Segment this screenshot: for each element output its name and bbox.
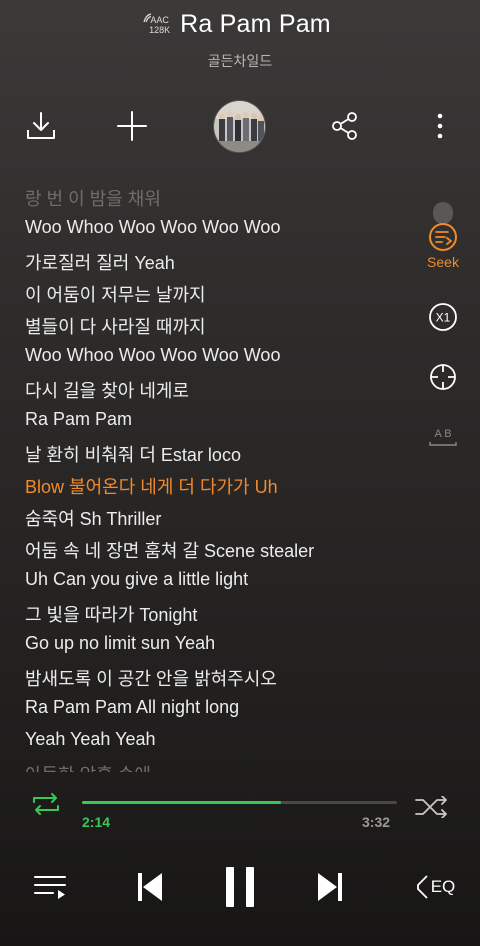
playlist-button[interactable] — [28, 855, 72, 919]
total-time: 3:32 — [362, 814, 391, 830]
lyric-line[interactable]: 가로질러 질러 Yeah — [25, 249, 175, 275]
repeat-icon — [33, 793, 59, 815]
seek-label: Seek — [427, 254, 459, 270]
download-button[interactable] — [16, 98, 66, 154]
artist-name[interactable]: 골든차일드 — [0, 51, 480, 71]
more-vertical-icon — [437, 113, 443, 139]
lyrics-list[interactable]: 랑 번 이 밤을 채워 Woo Whoo Woo Woo Woo Woo 가로질… — [0, 180, 400, 772]
previous-button[interactable] — [128, 855, 172, 919]
previous-icon — [138, 873, 162, 901]
lyric-line[interactable]: 아득한 암흑 속에 — [25, 761, 151, 772]
lyric-line[interactable]: 그 빛을 따라가 Tonight — [25, 601, 197, 627]
seek-toggle[interactable]: Seek — [418, 222, 468, 270]
locate-current-line-button[interactable] — [418, 362, 468, 392]
ab-label: A B — [434, 428, 451, 440]
share-button[interactable] — [320, 98, 370, 154]
add-to-playlist-button[interactable] — [107, 98, 157, 154]
eq-button[interactable]: EQ — [410, 855, 460, 919]
shuffle-button[interactable] — [414, 795, 450, 823]
lyric-line-current[interactable]: Blow 불어온다 네게 더 다가가 Uh — [25, 473, 278, 499]
lyric-line[interactable]: Ra Pam Pam — [25, 409, 132, 430]
progress-bar[interactable] — [82, 801, 397, 804]
song-title: Ra Pam Pam — [180, 10, 331, 38]
lyric-line[interactable]: 이 어둠이 저무는 날까지 — [25, 281, 206, 307]
progress-fill — [82, 801, 282, 804]
ab-repeat-button[interactable]: A B — [418, 424, 468, 450]
share-icon — [332, 112, 357, 140]
pause-button[interactable] — [216, 855, 264, 919]
speed-button[interactable]: X1 — [418, 302, 468, 332]
lyric-line[interactable]: Woo Whoo Woo Woo Woo Woo — [25, 217, 280, 238]
speed-icon: X1 — [429, 303, 457, 331]
title-row: AAC 128K Ra Pam Pam — [0, 10, 480, 39]
album-art-thumbnail[interactable] — [213, 100, 266, 153]
codec-bitrate: 128K — [149, 24, 171, 35]
eq-speaker-icon — [416, 875, 428, 899]
lyric-line[interactable]: 별들이 다 사라질 때까지 — [25, 313, 206, 339]
next-icon — [318, 873, 342, 901]
lyric-line[interactable]: Yeah Yeah Yeah — [25, 729, 156, 750]
codec-format: AAC — [150, 14, 169, 25]
seek-lyrics-icon — [429, 223, 457, 251]
lyric-line[interactable]: Woo Whoo Woo Woo Woo Woo — [25, 345, 280, 366]
pause-icon — [226, 867, 254, 907]
eq-label: EQ — [430, 877, 456, 896]
lyric-line[interactable]: 어둠 속 네 장면 훔쳐 갈 Scene stealer — [25, 537, 314, 563]
lyric-line[interactable]: 다시 길을 찾아 네게로 — [25, 377, 189, 403]
more-button[interactable] — [415, 98, 465, 154]
lyric-line[interactable]: 숨죽여 Sh Thriller — [25, 505, 161, 531]
current-time: 2:14 — [82, 814, 111, 830]
plus-icon — [117, 111, 147, 141]
speed-label: X1 — [436, 311, 451, 325]
progress-area: 2:14 3:32 — [0, 790, 480, 840]
shuffle-icon — [415, 795, 447, 819]
lyric-line[interactable]: Uh Can you give a little light — [25, 569, 248, 590]
lyric-line[interactable]: Go up no limit sun Yeah — [25, 633, 215, 654]
lyric-line[interactable]: Ra Pam Pam All night long — [25, 697, 239, 718]
ab-repeat-icon: A B — [429, 428, 457, 446]
playback-controls: EQ — [0, 855, 480, 919]
header: AAC 128K Ra Pam Pam 골든차일드 — [0, 0, 480, 90]
lyrics-scrollbar[interactable] — [418, 202, 468, 224]
repeat-button[interactable] — [28, 792, 64, 821]
crosshair-icon — [430, 364, 456, 390]
playlist-icon — [34, 876, 66, 899]
next-button[interactable] — [308, 855, 352, 919]
lyric-line[interactable]: 밤새도록 이 공간 안을 밝혀주시오 — [25, 665, 277, 691]
lyric-line[interactable]: 랑 번 이 밤을 채워 — [25, 185, 161, 211]
lyric-line[interactable]: 날 환히 비춰줘 더 Estar loco — [25, 441, 241, 467]
download-icon — [27, 112, 55, 139]
scroll-thumb[interactable] — [433, 202, 453, 224]
codec-badge: AAC 128K — [143, 12, 171, 35]
hifi-wave-icon — [143, 12, 152, 22]
album-art-image — [214, 101, 265, 152]
